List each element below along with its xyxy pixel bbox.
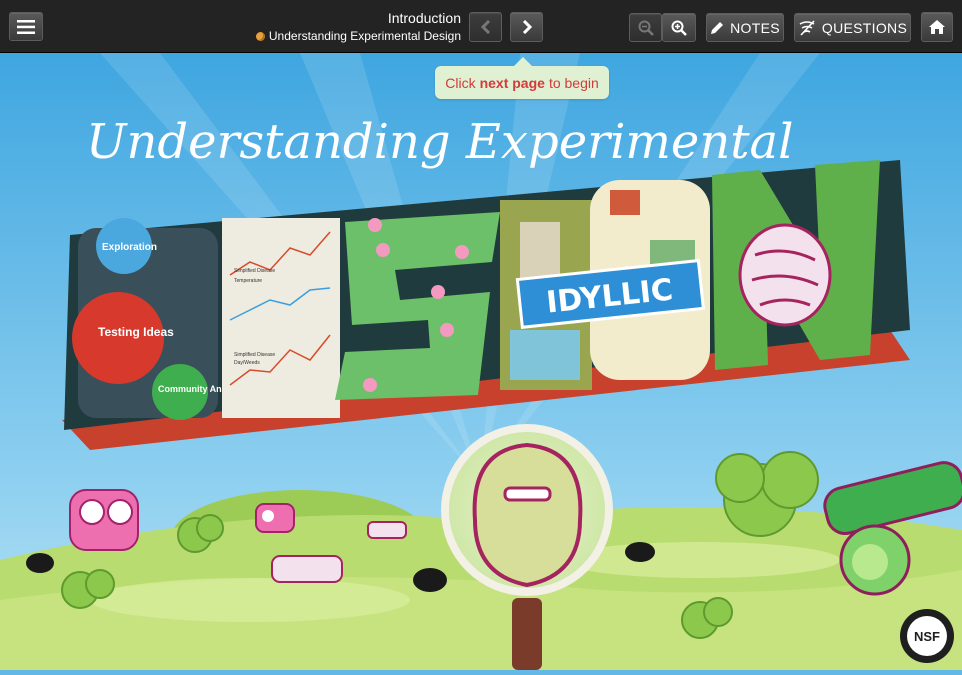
cycle-label-testing: Testing Ideas [98, 325, 174, 339]
nsf-badge-text: NSF [914, 629, 940, 644]
home-button[interactable] [921, 12, 953, 42]
lesson-icon [255, 32, 265, 41]
hamburger-menu-icon [17, 19, 35, 34]
notes-label: NOTES [730, 19, 780, 36]
chart-label-1: Simplified Disease [234, 268, 275, 274]
chevron-right-icon [522, 20, 532, 34]
chart-label-2: Temperature [234, 278, 262, 284]
zoom-in-icon [671, 20, 687, 36]
chevron-left-icon [480, 20, 490, 34]
questions-label: QUESTIONS [821, 19, 908, 36]
pink-creature-small [255, 503, 295, 533]
tooltip-bold: next page [479, 74, 545, 91]
home-icon [929, 20, 945, 34]
questions-button[interactable]: QUESTIONS [794, 13, 911, 42]
illustration-canvas: Understanding Experimental Exploration T… [0, 53, 962, 670]
nsf-badge: NSF [900, 609, 954, 663]
lesson-title-block: Introduction Understanding Experimental … [255, 10, 461, 44]
letter-s [335, 212, 500, 400]
lesson-title: Understanding Experimental Design [255, 28, 461, 44]
zoom-out-button[interactable] [629, 13, 662, 42]
chart-label-4: Day/Weeds [234, 360, 260, 366]
tooltip-prefix: Click [445, 74, 476, 91]
top-toolbar: Introduction Understanding Experimental … [0, 0, 962, 53]
questions-icon [799, 19, 815, 36]
notes-button[interactable]: NOTES [706, 13, 784, 42]
lesson-title-text: Understanding Experimental Design [268, 29, 461, 43]
menu-button[interactable] [9, 12, 43, 41]
letter-e [222, 218, 340, 418]
next-page-button[interactable] [510, 12, 543, 42]
headline: Understanding Experimental [86, 114, 794, 170]
previous-page-button[interactable] [469, 12, 502, 42]
chart-label-3: Simplified Disease [234, 352, 275, 358]
tooltip-suffix: to begin [548, 74, 599, 91]
cycle-label-exploration: Exploration [102, 242, 157, 253]
section-title: Introduction [387, 10, 461, 26]
pencil-icon [711, 21, 724, 34]
title-illustration: Understanding Experimental Exploration T… [0, 53, 962, 670]
pink-creature-left [69, 489, 139, 551]
start-hint-tooltip: Click next page to begin [435, 57, 609, 99]
zoom-out-icon [638, 20, 654, 36]
zoom-in-button[interactable] [662, 13, 696, 42]
